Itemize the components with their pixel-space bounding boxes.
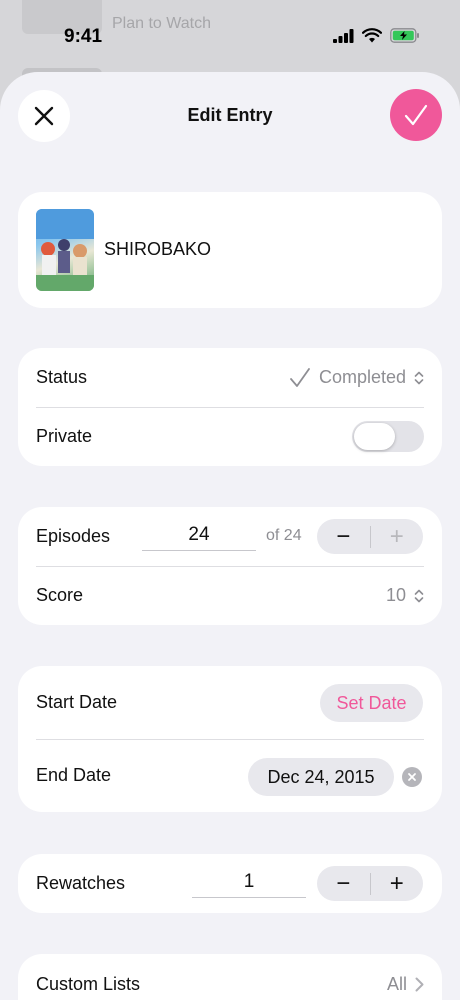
custom-lists-value-group: All (387, 974, 424, 995)
episodes-input[interactable]: 24 (142, 524, 256, 551)
chevron-right-icon (415, 977, 424, 991)
wifi-icon (362, 28, 382, 43)
end-date-label: End Date (36, 765, 112, 785)
rewatches-input[interactable]: 1 (192, 871, 306, 898)
anime-poster (36, 209, 94, 291)
clear-date-icon[interactable] (402, 767, 422, 787)
private-row: Private (36, 407, 424, 466)
dates-card: Start Date Set Date End Date Dec 24, 201… (18, 666, 442, 812)
battery-charging-icon (390, 28, 419, 43)
custom-lists-value: All (386, 973, 407, 994)
score-value: 10 (385, 585, 406, 605)
nav-bar: Edit Entry (0, 72, 460, 162)
status-bar: 9:41 (0, 0, 460, 60)
rewatches-label: Rewatches (36, 873, 126, 893)
private-label: Private (36, 426, 93, 446)
set-start-date-button[interactable]: Set Date (320, 684, 423, 722)
score-picker[interactable]: 10 (386, 585, 424, 606)
score-label: Score (36, 585, 84, 605)
rewatches-stepper: − + (317, 866, 423, 901)
status-card: Status Completed Private (18, 348, 442, 466)
save-button[interactable] (390, 89, 442, 141)
checkmark-icon (290, 367, 310, 387)
score-row[interactable]: Score 10 (36, 566, 424, 625)
episodes-total: of 24 (266, 527, 302, 544)
episodes-stepper: − + (317, 519, 423, 554)
status-icons (333, 28, 420, 43)
chevron-up-down-icon (414, 371, 424, 384)
decrement-button[interactable]: − (317, 866, 370, 901)
start-date-label: Start Date (36, 692, 118, 712)
custom-lists-row[interactable]: Custom Lists All (36, 954, 424, 1000)
cellular-signal-icon (333, 28, 354, 43)
episodes-label: Episodes (36, 526, 111, 546)
status-label: Status (36, 367, 88, 387)
end-date-picker[interactable]: Dec 24, 2015 (248, 758, 394, 796)
status-time: 9:41 (64, 26, 103, 47)
custom-lists-label: Custom Lists (36, 973, 141, 994)
custom-lists-card: Custom Lists All (18, 954, 442, 1000)
decrement-button[interactable]: − (317, 519, 370, 554)
private-toggle[interactable] (352, 421, 424, 452)
checkmark-icon (404, 104, 428, 126)
entry-title: SHIROBAKO (104, 239, 212, 259)
toggle-knob (354, 423, 395, 450)
increment-button[interactable]: + (371, 866, 424, 901)
status-value: Completed (318, 367, 406, 387)
chevron-up-down-icon (414, 589, 424, 602)
progress-card: Episodes 24 of 24 − + Score 10 (18, 507, 442, 625)
status-picker[interactable]: Completed (289, 367, 424, 389)
entry-card: SHIROBAKO (18, 192, 442, 308)
rewatch-card: Rewatches 1 − + (18, 854, 442, 913)
increment-button[interactable]: + (371, 519, 424, 554)
edit-entry-sheet: Edit Entry SHIROBAKO Status Completed Pr… (0, 72, 460, 1000)
status-row[interactable]: Status Completed (36, 348, 424, 407)
